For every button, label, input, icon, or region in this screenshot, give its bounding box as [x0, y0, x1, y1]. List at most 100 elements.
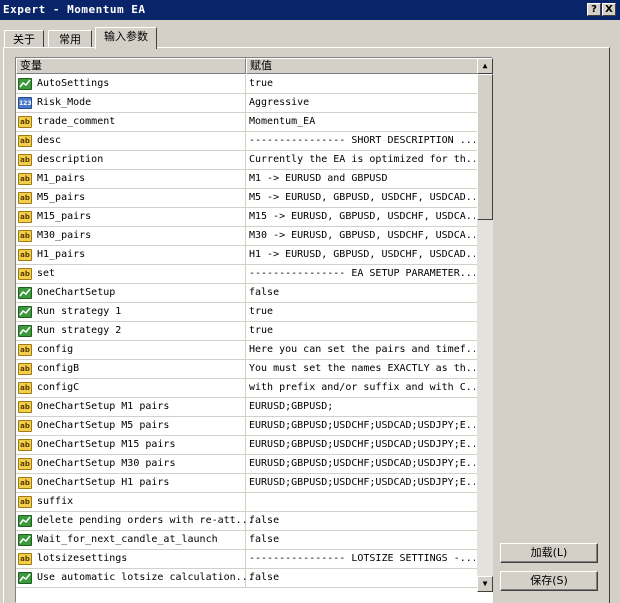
value-cell[interactable]: Here you can set the pairs and timef... — [246, 341, 478, 360]
table-row[interactable]: Wait_for_next_candle_at_launch false — [16, 531, 478, 550]
close-button[interactable]: X — [602, 3, 616, 16]
table-row[interactable]: ab lotsizesettings ---------------- LOTSIZ… — [16, 550, 478, 569]
value-cell[interactable]: true — [246, 75, 478, 94]
tab-inputs[interactable]: 输入参数 — [95, 27, 157, 49]
tab-common[interactable]: 常用 — [48, 30, 92, 48]
variable-cell[interactable]: ab set — [16, 265, 246, 284]
variable-cell[interactable]: ab OneChartSetup M5 pairs — [16, 417, 246, 436]
variable-cell[interactable]: ab configB — [16, 360, 246, 379]
value-cell[interactable]: false — [246, 531, 478, 550]
variable-cell[interactable]: delete pending orders with re-att... — [16, 512, 254, 531]
header-value[interactable]: 赋值 — [246, 58, 478, 74]
inputs-grid[interactable]: 变量 赋值 AutoSettings true 123 Risk_Mode Aggres… — [15, 57, 493, 603]
table-row[interactable]: Run strategy 1 true — [16, 303, 478, 322]
value-cell[interactable]: false — [246, 284, 478, 303]
variable-cell[interactable]: ab trade_comment — [16, 113, 246, 132]
table-row[interactable]: ab M5_pairs M5 -> EURUSD, GBPUSD, USDCHF, … — [16, 189, 478, 208]
value-cell[interactable] — [246, 493, 478, 512]
table-row[interactable]: ab M30_pairs M30 -> EURUSD, GBPUSD, USDCHF… — [16, 227, 478, 246]
variable-name: Risk_Mode — [37, 97, 92, 108]
table-row[interactable]: 123 Risk_Mode Aggressive — [16, 94, 478, 113]
table-row[interactable]: Use automatic lotsize calculation... fals… — [16, 569, 478, 588]
variable-cell[interactable]: ab config — [16, 341, 246, 360]
variable-cell[interactable]: ab OneChartSetup M30 pairs — [16, 455, 246, 474]
value-cell[interactable]: M15 -> EURUSD, GBPUSD, USDCHF, USDCA... — [246, 208, 478, 227]
variable-cell[interactable]: ab H1_pairs — [16, 246, 246, 265]
variable-cell[interactable]: AutoSettings — [16, 75, 246, 94]
value-cell[interactable]: EURUSD;GBPUSD;USDCHF;USDCAD;USDJPY;E... — [246, 455, 478, 474]
table-row[interactable]: ab trade_comment Momentum_EA — [16, 113, 478, 132]
value-cell[interactable]: ---------------- EA SETUP PARAMETER... — [246, 265, 478, 284]
variable-value: M30 -> EURUSD, GBPUSD, USDCHF, USDCA... — [249, 230, 475, 241]
table-row[interactable]: ab description Currently the EA is optimiz… — [16, 151, 478, 170]
value-cell[interactable]: ---------------- LOTSIZE SETTINGS -... — [246, 550, 478, 569]
value-cell[interactable]: Aggressive — [246, 94, 478, 113]
variable-cell[interactable]: ab OneChartSetup H1 pairs — [16, 474, 246, 493]
table-row[interactable]: ab M1_pairs M1 -> EURUSD and GBPUSD — [16, 170, 478, 189]
table-row[interactable]: ab H1_pairs H1 -> EURUSD, GBPUSD, USDCHF, … — [16, 246, 478, 265]
value-cell[interactable]: You must set the names EXACTLY as th... — [246, 360, 478, 379]
value-cell[interactable]: Momentum_EA — [246, 113, 478, 132]
value-cell[interactable]: M30 -> EURUSD, GBPUSD, USDCHF, USDCA... — [246, 227, 478, 246]
variable-cell[interactable]: ab configC — [16, 379, 246, 398]
table-row[interactable]: ab OneChartSetup M1 pairs EURUSD;GBPUSD; — [16, 398, 478, 417]
variable-cell[interactable]: ab OneChartSetup M15 pairs — [16, 436, 246, 455]
value-cell[interactable]: M5 -> EURUSD, GBPUSD, USDCHF, USDCAD... — [246, 189, 478, 208]
table-row[interactable]: ab desc ---------------- SHORT DESCRIPTION… — [16, 132, 478, 151]
table-row[interactable]: ab M15_pairs M15 -> EURUSD, GBPUSD, USDCHF… — [16, 208, 478, 227]
table-row[interactable]: ab OneChartSetup M15 pairs EURUSD;GBPUSD;U… — [16, 436, 478, 455]
value-cell[interactable]: false — [246, 512, 478, 531]
variable-cell[interactable]: Use automatic lotsize calculation... — [16, 569, 254, 588]
table-row[interactable]: ab configB You must set the names EXACTLY … — [16, 360, 478, 379]
table-row[interactable]: ab set ---------------- EA SETUP PARAMETER… — [16, 265, 478, 284]
header-variable[interactable]: 变量 — [16, 58, 246, 74]
value-cell[interactable]: true — [246, 303, 478, 322]
table-row[interactable]: ab suffix — [16, 493, 478, 512]
table-row[interactable]: ab OneChartSetup M5 pairs EURUSD;GBPUSD;US… — [16, 417, 478, 436]
table-row[interactable]: Run strategy 2 true — [16, 322, 478, 341]
variable-cell[interactable]: ab M1_pairs — [16, 170, 246, 189]
scroll-thumb[interactable] — [477, 74, 493, 220]
variable-cell[interactable]: OneChartSetup — [16, 284, 246, 303]
variable-cell[interactable]: ab M15_pairs — [16, 208, 246, 227]
save-button[interactable]: 保存(S) — [500, 571, 598, 591]
variable-cell[interactable]: Run strategy 2 — [16, 322, 246, 341]
table-row[interactable]: delete pending orders with re-att... fals… — [16, 512, 478, 531]
table-row[interactable]: ab OneChartSetup M30 pairs EURUSD;GBPUSD;U… — [16, 455, 478, 474]
variable-value: EURUSD;GBPUSD;USDCHF;USDCAD;USDJPY;E... — [249, 420, 475, 431]
value-cell[interactable]: ---------------- SHORT DESCRIPTION ... — [246, 132, 478, 151]
value-cell[interactable]: M1 -> EURUSD and GBPUSD — [246, 170, 478, 189]
value-cell[interactable]: EURUSD;GBPUSD; — [246, 398, 478, 417]
load-button[interactable]: 加载(L) — [500, 543, 598, 563]
string-type-icon: ab — [18, 192, 32, 204]
variable-cell[interactable]: ab description — [16, 151, 246, 170]
variable-cell[interactable]: ab suffix — [16, 493, 246, 512]
value-cell[interactable]: EURUSD;GBPUSD;USDCHF;USDCAD;USDJPY;E... — [246, 417, 478, 436]
table-row[interactable]: ab configC with prefix and/or suffix and w… — [16, 379, 478, 398]
value-cell[interactable]: true — [246, 322, 478, 341]
variable-cell[interactable]: ab M5_pairs — [16, 189, 246, 208]
scroll-up-button[interactable]: ▲ — [477, 58, 493, 74]
scroll-down-button[interactable]: ▼ — [477, 576, 493, 592]
variable-cell[interactable]: Wait_for_next_candle_at_launch — [16, 531, 246, 550]
grid-scrollbar[interactable]: ▲ ▼ — [477, 58, 493, 592]
table-row[interactable]: AutoSettings true — [16, 75, 478, 94]
table-row[interactable]: ab OneChartSetup H1 pairs EURUSD;GBPUSD;US… — [16, 474, 478, 493]
table-row[interactable]: OneChartSetup false — [16, 284, 478, 303]
value-cell[interactable]: false — [246, 569, 478, 588]
value-cell[interactable]: EURUSD;GBPUSD;USDCHF;USDCAD;USDJPY;E... — [246, 436, 478, 455]
variable-cell[interactable]: ab OneChartSetup M1 pairs — [16, 398, 246, 417]
value-cell[interactable]: Currently the EA is optimized for th... — [246, 151, 478, 170]
value-cell[interactable]: EURUSD;GBPUSD;USDCHF;USDCAD;USDJPY;E... — [246, 474, 478, 493]
tab-about[interactable]: 关于 — [4, 30, 44, 48]
variable-cell[interactable]: ab desc — [16, 132, 246, 151]
help-button[interactable]: ? — [587, 3, 601, 16]
variable-cell[interactable]: ab lotsizesettings — [16, 550, 246, 569]
variable-cell[interactable]: ab M30_pairs — [16, 227, 246, 246]
value-cell[interactable]: H1 -> EURUSD, GBPUSD, USDCHF, USDCAD... — [246, 246, 478, 265]
variable-cell[interactable]: Run strategy 1 — [16, 303, 246, 322]
variable-cell[interactable]: 123 Risk_Mode — [16, 94, 246, 113]
table-row[interactable]: ab config Here you can set the pairs and t… — [16, 341, 478, 360]
string-type-icon: ab — [18, 496, 32, 508]
value-cell[interactable]: with prefix and/or suffix and with C... — [246, 379, 478, 398]
